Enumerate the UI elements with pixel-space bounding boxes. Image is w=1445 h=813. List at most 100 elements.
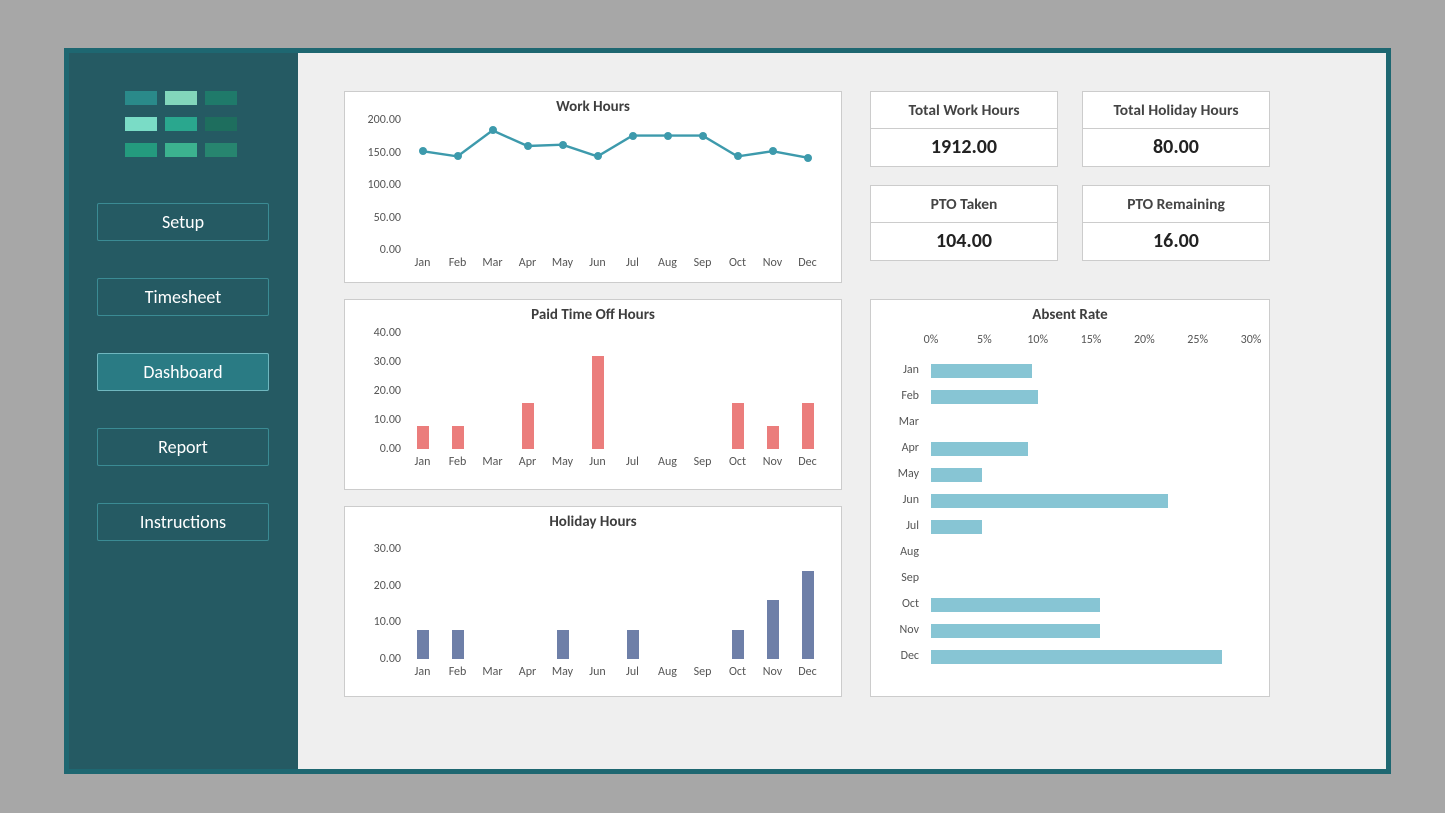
x-tick: Sep — [687, 256, 719, 270]
kpi-title: Total Holiday Hours — [1083, 92, 1269, 129]
bar — [931, 598, 1100, 612]
bar — [931, 494, 1168, 508]
x-tick: Mar — [477, 455, 509, 469]
data-point — [489, 126, 497, 134]
nav-label: Instructions — [140, 511, 226, 533]
x-tick: Mar — [477, 256, 509, 270]
kpi-title: PTO Remaining — [1083, 186, 1269, 223]
y-tick: 10.00 — [359, 615, 401, 629]
data-point — [594, 152, 602, 160]
x-tick: May — [547, 256, 579, 270]
data-point — [524, 142, 532, 150]
y-tick: 200.00 — [359, 113, 401, 127]
nav-label: Timesheet — [145, 286, 222, 308]
y-tick: 0.00 — [359, 442, 401, 456]
chart-title: Holiday Hours — [345, 513, 841, 531]
kpi-value: 104.00 — [871, 223, 1057, 259]
nav-dashboard[interactable]: Dashboard — [97, 353, 269, 391]
kpi-value: 16.00 — [1083, 223, 1269, 259]
bar — [931, 650, 1222, 664]
y-tick: 0.00 — [359, 243, 401, 257]
nav-label: Dashboard — [143, 361, 222, 383]
y-tick: Dec — [879, 649, 919, 663]
nav-instructions[interactable]: Instructions — [97, 503, 269, 541]
nav-timesheet[interactable]: Timesheet — [97, 278, 269, 316]
bar — [627, 630, 639, 659]
x-tick: 0% — [917, 333, 945, 347]
kpi-value: 1912.00 — [871, 129, 1057, 165]
x-tick: Mar — [477, 665, 509, 679]
bar — [767, 426, 779, 449]
bar — [931, 468, 982, 482]
bar — [931, 442, 1028, 456]
x-tick: Dec — [792, 665, 824, 679]
x-tick: Sep — [687, 665, 719, 679]
bar — [802, 571, 814, 659]
x-tick: 5% — [970, 333, 998, 347]
kpi-pto-taken: PTO Taken 104.00 — [870, 185, 1058, 261]
x-tick: Aug — [652, 665, 684, 679]
x-tick: 20% — [1130, 333, 1158, 347]
x-tick: Oct — [722, 256, 754, 270]
x-tick: Feb — [442, 665, 474, 679]
x-tick: Apr — [512, 256, 544, 270]
kpi-pto-remaining: PTO Remaining 16.00 — [1082, 185, 1270, 261]
sidebar: Setup Timesheet Dashboard Report Instruc… — [69, 53, 298, 769]
x-tick: 25% — [1184, 333, 1212, 347]
nav-label: Report — [158, 436, 208, 458]
y-tick: 40.00 — [359, 326, 401, 340]
bar — [417, 426, 429, 449]
nav-setup[interactable]: Setup — [97, 203, 269, 241]
x-tick: Aug — [652, 256, 684, 270]
y-tick: Sep — [879, 571, 919, 585]
y-tick: Apr — [879, 441, 919, 455]
x-tick: 10% — [1024, 333, 1052, 347]
logo-grid-icon — [125, 91, 237, 157]
y-tick: Jun — [879, 493, 919, 507]
bar — [802, 403, 814, 449]
nav-report[interactable]: Report — [97, 428, 269, 466]
x-tick: Apr — [512, 455, 544, 469]
x-tick: Jan — [407, 665, 439, 679]
kpi-value: 80.00 — [1083, 129, 1269, 165]
bar — [732, 403, 744, 449]
x-tick: Jul — [617, 665, 649, 679]
y-tick: May — [879, 467, 919, 481]
x-tick: Apr — [512, 665, 544, 679]
x-tick: Nov — [757, 665, 789, 679]
x-tick: Dec — [792, 455, 824, 469]
x-tick: Jan — [407, 256, 439, 270]
bar — [931, 390, 1038, 404]
x-tick: Feb — [442, 256, 474, 270]
x-tick: Feb — [442, 455, 474, 469]
chart-pto-hours: Paid Time Off Hours 0.0010.0020.0030.004… — [344, 299, 842, 490]
chart-absent-rate: Absent Rate 0%5%10%15%20%25%30% JanFebMa… — [870, 299, 1270, 697]
data-point — [804, 154, 812, 162]
x-tick: Jul — [617, 256, 649, 270]
bar — [452, 426, 464, 449]
y-tick: 0.00 — [359, 652, 401, 666]
bar — [931, 520, 982, 534]
x-tick: Aug — [652, 455, 684, 469]
x-tick: Nov — [757, 256, 789, 270]
bar — [931, 364, 1032, 378]
x-tick: 15% — [1077, 333, 1105, 347]
chart-holiday-hours: Holiday Hours 0.00 10.00 20.00 30.00 JanFeb… — [344, 506, 842, 697]
data-point — [419, 147, 427, 155]
y-tick: Jul — [879, 519, 919, 533]
x-tick: Oct — [722, 665, 754, 679]
y-tick: 50.00 — [359, 211, 401, 225]
x-tick: May — [547, 665, 579, 679]
y-tick: 30.00 — [359, 542, 401, 556]
kpi-total-holiday-hours: Total Holiday Hours 80.00 — [1082, 91, 1270, 167]
main-dashboard: Work Hours 0.0050.00100.00150.00200.00 J… — [298, 53, 1386, 769]
y-tick: 30.00 — [359, 355, 401, 369]
x-tick: Nov — [757, 455, 789, 469]
y-tick: 10.00 — [359, 413, 401, 427]
x-tick: Jul — [617, 455, 649, 469]
y-tick: 20.00 — [359, 579, 401, 593]
data-point — [629, 132, 637, 140]
bar — [767, 600, 779, 659]
y-tick: Feb — [879, 389, 919, 403]
bar — [452, 630, 464, 659]
